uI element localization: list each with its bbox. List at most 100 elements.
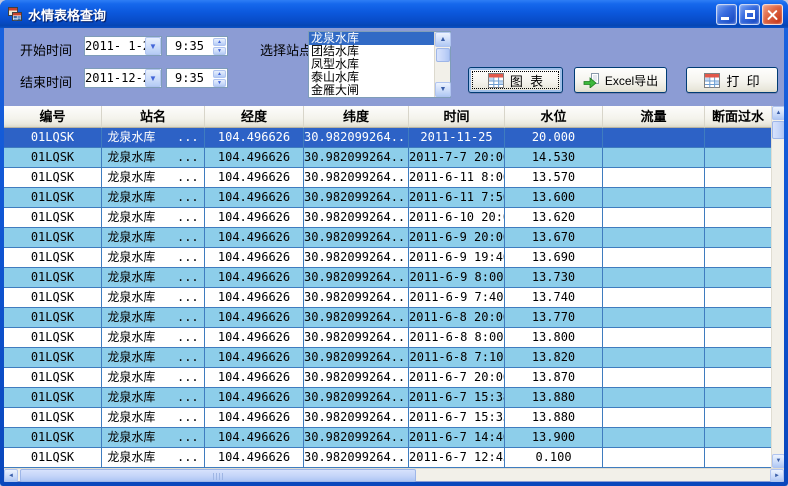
table-row[interactable]: 01LQSK龙泉水库 ...104.49662630.982099264...2…: [4, 148, 771, 168]
table-cell: 30.982099264...: [304, 428, 409, 447]
scroll-right-icon[interactable]: ►: [770, 469, 784, 482]
table-row[interactable]: 01LQSK龙泉水库 ...104.49662630.982099264...2…: [4, 348, 771, 368]
spin-down-icon[interactable]: ▼: [213, 47, 226, 55]
table-row[interactable]: 01LQSK龙泉水库 ...104.49662630.982099264...2…: [4, 228, 771, 248]
table-cell: [705, 268, 771, 287]
start-date-value: 2011- 1-26: [85, 37, 145, 55]
table-row[interactable]: 01LQSK龙泉水库 ...104.49662630.982099264...2…: [4, 408, 771, 428]
table-cell: 104.496626: [205, 268, 304, 287]
table-cell: 龙泉水库 ...: [102, 228, 205, 247]
table-cell: 龙泉水库 ...: [102, 128, 205, 147]
table-cell: 104.496626: [205, 188, 304, 207]
table-cell: 30.982099264...: [304, 188, 409, 207]
table-cell: 龙泉水库 ...: [102, 148, 205, 167]
table-cell: 30.982099264...: [304, 128, 409, 147]
table-cell: 13.740: [505, 288, 603, 307]
table-cell: 30.982099264...: [304, 388, 409, 407]
table-cell: [705, 428, 771, 447]
table-cell: 104.496626: [205, 308, 304, 327]
table-row[interactable]: 01LQSK龙泉水库 ...104.49662630.982099264...2…: [4, 208, 771, 228]
table-cell: 13.600: [505, 188, 603, 207]
column-header-1[interactable]: 站名: [102, 106, 205, 128]
table-cell: 01LQSK: [4, 428, 102, 447]
column-header-6[interactable]: 流量: [603, 106, 705, 128]
table-cell: 01LQSK: [4, 308, 102, 327]
scroll-down-icon[interactable]: ▼: [435, 82, 451, 97]
table-cell: 104.496626: [205, 248, 304, 267]
table-cell: 01LQSK: [4, 348, 102, 367]
minimize-button[interactable]: [716, 4, 737, 25]
table-cell: 龙泉水库 ...: [102, 288, 205, 307]
table-cell: 龙泉水库 ...: [102, 448, 205, 467]
close-button[interactable]: [762, 4, 783, 25]
column-header-5[interactable]: 水位: [505, 106, 603, 128]
window-title: 水情表格查询: [28, 5, 106, 24]
table-cell: 104.496626: [205, 168, 304, 187]
station-list-item[interactable]: 金雁大闸: [309, 84, 434, 97]
grid-horizontal-scrollbar[interactable]: ◄ ►: [4, 468, 784, 481]
scrollbar-thumb[interactable]: [20, 469, 416, 482]
table-row[interactable]: 01LQSK龙泉水库 ...104.49662630.982099264...2…: [4, 268, 771, 288]
scrollbar-thumb[interactable]: [772, 121, 784, 139]
scrollbar-thumb[interactable]: [436, 48, 450, 62]
start-time-spinner[interactable]: 9:35 ▲ ▼: [166, 36, 228, 56]
column-header-4[interactable]: 时间: [409, 106, 505, 128]
spin-down-icon[interactable]: ▼: [213, 79, 226, 87]
table-cell: 104.496626: [205, 208, 304, 227]
start-time-value: 9:35: [167, 37, 212, 55]
column-header-0[interactable]: 编号: [4, 106, 102, 128]
chart-button[interactable]: 图 表: [468, 67, 563, 93]
print-button[interactable]: 打 印: [686, 67, 778, 93]
table-row[interactable]: 01LQSK龙泉水库 ...104.49662630.982099264...2…: [4, 308, 771, 328]
table-cell: 龙泉水库 ...: [102, 428, 205, 447]
table-cell: 01LQSK: [4, 228, 102, 247]
end-time-spinner[interactable]: 9:35 ▲ ▼: [166, 68, 228, 88]
titlebar[interactable]: 水情表格查询: [0, 0, 788, 28]
table-cell: 龙泉水库 ...: [102, 328, 205, 347]
column-header-2[interactable]: 经度: [205, 106, 304, 128]
table-cell: 104.496626: [205, 428, 304, 447]
table-cell: 龙泉水库 ...: [102, 408, 205, 427]
table-cell: 01LQSK: [4, 368, 102, 387]
table-row[interactable]: 01LQSK龙泉水库 ...104.49662630.982099264...2…: [4, 128, 771, 148]
table-row[interactable]: 01LQSK龙泉水库 ...104.49662630.982099264...2…: [4, 248, 771, 268]
maximize-button[interactable]: [739, 4, 760, 25]
table-cell: 30.982099264...: [304, 328, 409, 347]
grid-vertical-scrollbar[interactable]: ▲ ▼: [771, 106, 784, 468]
scroll-up-icon[interactable]: ▲: [435, 32, 451, 47]
table-row[interactable]: 01LQSK龙泉水库 ...104.49662630.982099264...2…: [4, 168, 771, 188]
spin-up-icon[interactable]: ▲: [213, 70, 226, 78]
table-row[interactable]: 01LQSK龙泉水库 ...104.49662630.982099264...2…: [4, 288, 771, 308]
table-cell: 2011-6-8 7:10: [409, 348, 505, 367]
table-cell: 2011-6-11 8:00: [409, 168, 505, 187]
table-grid-icon: [488, 73, 504, 88]
table-cell: 13.570: [505, 168, 603, 187]
scroll-left-icon[interactable]: ◄: [4, 469, 18, 482]
table-row[interactable]: 01LQSK龙泉水库 ...104.49662630.982099264...2…: [4, 368, 771, 388]
table-cell: 30.982099264...: [304, 408, 409, 427]
table-cell: 龙泉水库 ...: [102, 208, 205, 227]
column-header-7[interactable]: 断面过水: [705, 106, 771, 128]
scroll-up-icon[interactable]: ▲: [772, 106, 784, 120]
table-row[interactable]: 01LQSK龙泉水库 ...104.49662630.982099264...2…: [4, 188, 771, 208]
table-row[interactable]: 01LQSK龙泉水库 ...104.49662630.982099264...2…: [4, 388, 771, 408]
scroll-down-icon[interactable]: ▼: [772, 454, 784, 468]
spin-up-icon[interactable]: ▲: [213, 38, 226, 46]
table-row[interactable]: 01LQSK龙泉水库 ...104.49662630.982099264...2…: [4, 328, 771, 348]
chevron-down-icon[interactable]: ▼: [145, 69, 161, 87]
table-row[interactable]: 01LQSK龙泉水库 ...104.49662630.982099264...2…: [4, 448, 771, 468]
excel-export-button[interactable]: Excel导出: [574, 67, 667, 93]
table-cell: 龙泉水库 ...: [102, 308, 205, 327]
table-cell: 104.496626: [205, 228, 304, 247]
column-header-3[interactable]: 纬度: [304, 106, 409, 128]
table-cell: 13.880: [505, 388, 603, 407]
station-list-scrollbar[interactable]: ▲ ▼: [434, 32, 450, 97]
start-date-picker[interactable]: 2011- 1-26 ▼: [84, 36, 162, 56]
end-date-picker[interactable]: 2011-12-26 ▼: [84, 68, 162, 88]
chevron-down-icon[interactable]: ▼: [145, 37, 161, 55]
table-cell: 30.982099264...: [304, 208, 409, 227]
table-cell: [705, 208, 771, 227]
table-row[interactable]: 01LQSK龙泉水库 ...104.49662630.982099264...2…: [4, 428, 771, 448]
station-listbox[interactable]: 龙泉水库团结水库凤型水库泰山水库金雁大闸 ▲ ▼: [308, 31, 451, 98]
table-cell: [705, 288, 771, 307]
